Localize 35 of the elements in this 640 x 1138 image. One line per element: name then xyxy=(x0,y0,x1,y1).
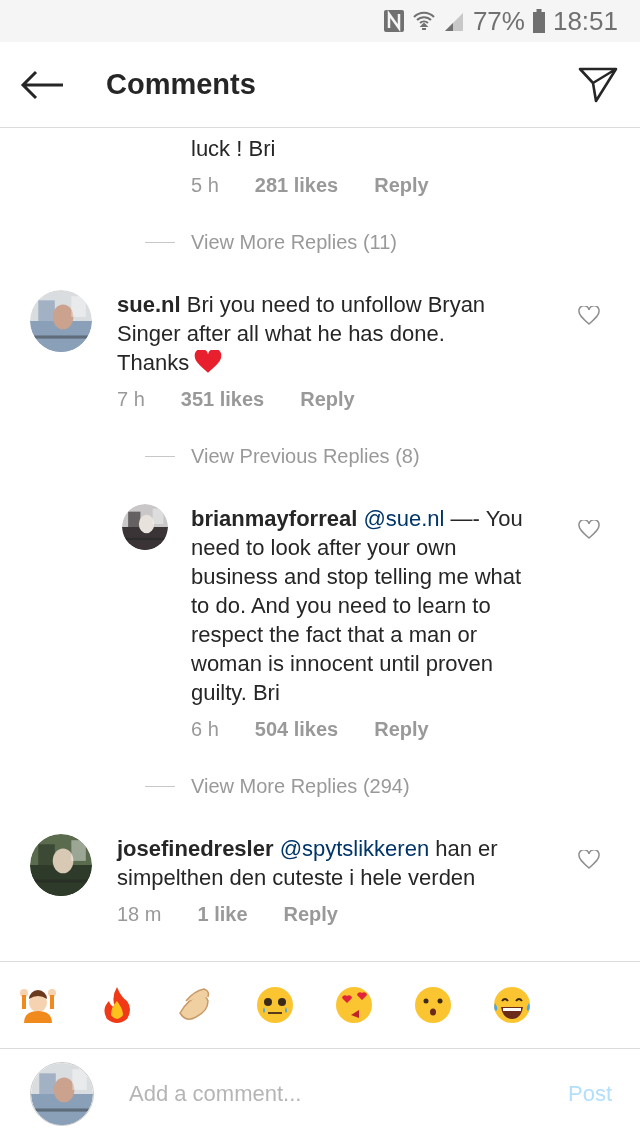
likes-count[interactable]: 504 likes xyxy=(254,715,339,744)
reply-link[interactable]: Reply xyxy=(283,900,338,929)
view-replies-link[interactable]: View More Replies (11) xyxy=(191,228,397,257)
comment-time: 18 m xyxy=(117,902,162,927)
battery-percent: 77% xyxy=(472,5,525,37)
reply-link[interactable]: Reply xyxy=(374,715,429,744)
comment-time: 5 h xyxy=(191,173,219,198)
comment-text: josefinedresler @spytslikkeren han er simpelthen den cuteste i hele verden xyxy=(117,835,499,892)
tears-of-joy-emoji-icon[interactable] xyxy=(492,985,532,1025)
view-replies-link[interactable]: View Previous Replies (8) xyxy=(191,442,420,471)
comment-text: brianmayforreal @sue.nl —- You need to look after your own business and stop telling me what to do. And you need to learn to respect the fact that a man or woman is innocent until proven guilty. Bri xyxy=(191,505,524,707)
battery-icon xyxy=(532,9,545,33)
view-replies-link[interactable]: View More Replies (294) xyxy=(191,772,410,801)
like-heart-icon[interactable] xyxy=(578,306,600,326)
send-icon[interactable] xyxy=(578,66,618,103)
crying-emoji-icon[interactable] xyxy=(255,985,295,1025)
comment-text: sue.nl Bri you need to unfollow Bryan Singer after all what he has done. Thanks xyxy=(117,291,487,377)
clock-time: 18:51 xyxy=(552,5,618,37)
surprised-emoji-icon[interactable] xyxy=(413,985,453,1025)
likes-count[interactable]: 281 likes xyxy=(254,171,339,200)
back-button[interactable] xyxy=(20,69,64,100)
reply-link[interactable]: Reply xyxy=(300,385,355,414)
heart-eyes-emoji-icon[interactable] xyxy=(334,985,374,1025)
nfc-icon xyxy=(382,9,405,33)
like-heart-icon[interactable] xyxy=(578,520,600,540)
comment-field[interactable]: Add a comment... xyxy=(129,1073,568,1114)
wifi-icon xyxy=(412,10,435,32)
page-title: Comments xyxy=(106,68,257,101)
comment-text: luck ! Bri xyxy=(191,135,277,163)
comment-time: 6 h xyxy=(191,717,219,742)
likes-count[interactable]: 1 like xyxy=(197,900,248,929)
reply-link[interactable]: Reply xyxy=(374,171,429,200)
likes-count[interactable]: 351 likes xyxy=(180,385,265,414)
like-heart-icon[interactable] xyxy=(578,850,600,870)
comment-time: 7 h xyxy=(117,387,145,412)
